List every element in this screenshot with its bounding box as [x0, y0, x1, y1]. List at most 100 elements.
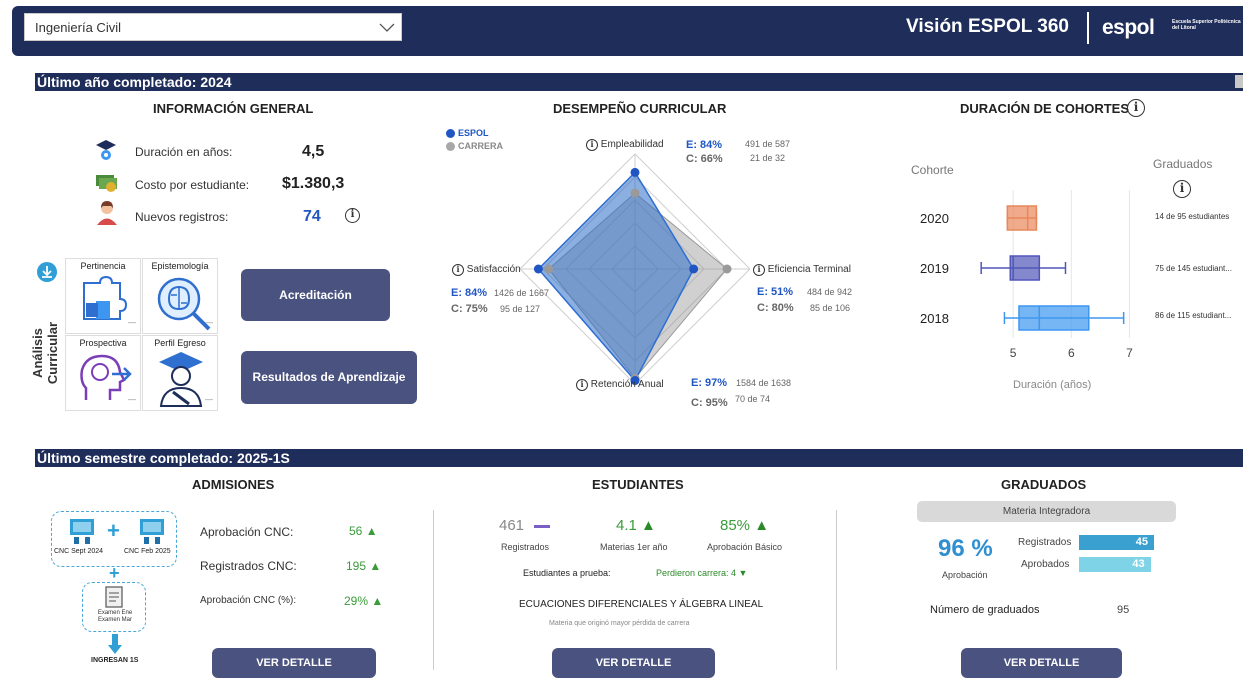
estudiantes-ver-detalle-button[interactable]: VER DETALLE: [552, 648, 715, 678]
program-dropdown[interactable]: Ingeniería Civil: [24, 13, 402, 41]
retencion-e-detail: 1584 de 1638: [736, 378, 792, 388]
kpi-registrados-label: Registrados: [501, 542, 550, 552]
radar-point-carrera-3: [544, 264, 554, 274]
exam-label: Examen Ene Examen Mar: [97, 610, 133, 623]
aprobacion-cnc-label: Aprobación CNC:: [200, 525, 294, 539]
graduados-ver-detalle-button[interactable]: VER DETALLE: [961, 648, 1122, 678]
money-icon: [96, 175, 117, 192]
tile-label: Pertinencia: [80, 261, 126, 271]
boxplot-tick-5: 5: [1010, 346, 1017, 360]
tile-label: Prospectiva: [79, 338, 127, 348]
boxplot-cohort-label: 2019: [920, 261, 949, 276]
tile-label: Epistemología: [151, 261, 209, 271]
tile-prospectiva[interactable]: Prospectiva —: [65, 335, 141, 411]
espol-logo: espol Escuela Superior Politécnica del L…: [1102, 16, 1241, 40]
radar-point-carrera-1: [722, 264, 732, 274]
aprobacion-cnc-value: 56 ▲: [349, 524, 378, 538]
registros-label: Nuevos registros:: [135, 210, 229, 224]
boxplot-tick-6: 6: [1068, 346, 1075, 360]
info-icon[interactable]: i: [586, 139, 598, 151]
admisiones-ver-detalle-button[interactable]: VER DETALLE: [212, 648, 376, 678]
section-year-bar: Último año completado: 2024: [35, 73, 1243, 91]
legend-carrera-swatch: [446, 142, 455, 152]
boxplot-box: [1009, 255, 1041, 281]
axis-name: Retención Anual: [590, 379, 664, 390]
cohortes-heading: DURACIÓN DE COHORTES: [960, 101, 1130, 116]
kpi-registrados-number: 461: [499, 517, 525, 534]
boxplot-cohort-label: 2018: [920, 311, 949, 326]
brain-magnifier-icon: [157, 277, 211, 331]
info-icon[interactable]: i: [1127, 99, 1145, 117]
cohorte-column-label: Cohorte: [911, 163, 954, 177]
cnc-feb-icon: [140, 519, 164, 544]
ingresan-label: INGRESAN 1S: [91, 657, 139, 664]
info-icon[interactable]: i: [1173, 180, 1191, 198]
resultados-aprendizaje-button[interactable]: Resultados de Aprendizaje: [241, 351, 417, 404]
info-icon[interactable]: i: [753, 264, 765, 276]
materia-integradora-pill: Materia Integradora: [917, 501, 1176, 522]
tile-epistemologia[interactable]: Epistemología —: [142, 258, 218, 334]
radar-label-empleabilidad: i Empleabilidad: [586, 139, 664, 151]
graduados-column-label: Graduados: [1153, 157, 1213, 171]
aprobacion-cnc-pct-label: Aprobación CNC (%):: [200, 595, 297, 606]
download-icon[interactable]: [37, 262, 57, 282]
boxplot-xlabel: Duración (años): [1013, 379, 1092, 391]
analisis-vertical-label: Análisis Curricular: [30, 321, 60, 385]
satisfaccion-c-detail: 95 de 127: [500, 304, 541, 314]
registrados-cnc-label: Registrados CNC:: [200, 559, 297, 573]
tile-pertinencia[interactable]: Pertinencia —: [65, 258, 141, 334]
materia-note: Materia que originó mayor pérdida de car…: [549, 620, 690, 627]
cohort-boxplot: 5 6 7 2020 2019 2018: [920, 190, 1133, 360]
boxplot-box: [1018, 305, 1090, 331]
legend-carrera: CARRERA: [446, 140, 503, 153]
radar-label-eficiencia: i Eficiencia Terminal: [753, 264, 851, 276]
logo-word: espol: [1102, 16, 1155, 39]
app-title: Visión ESPOL 360: [906, 16, 1069, 37]
plus-icon: +: [109, 563, 120, 583]
axis-name: Eficiencia Terminal: [767, 264, 851, 275]
tile-perfil-egreso[interactable]: Perfil Egreso —: [142, 335, 218, 411]
kpi-basico-label: Aprobación Básico: [707, 542, 783, 552]
prueba-label: Estudiantes a prueba:: [523, 568, 611, 578]
legend-carrera-label: CARRERA: [458, 141, 503, 151]
graduados-percent-label: Aprobación: [942, 570, 988, 580]
graduados-heading: GRADUADOS: [1001, 477, 1087, 492]
kpi-materias-value: 4.1 ▲: [616, 517, 656, 534]
acreditacion-button[interactable]: Acreditación Internacional: [241, 269, 390, 354]
estudiantes-heading: ESTUDIANTES: [592, 477, 684, 492]
radar-chart: [520, 153, 750, 386]
plus-icon: +: [107, 518, 120, 543]
info-icon[interactable]: i: [452, 264, 464, 276]
scrollbar-thumb[interactable]: [1235, 75, 1243, 88]
registrados-cnc-value: 195 ▲: [346, 559, 381, 573]
axis-name: Satisfacción: [466, 264, 521, 275]
retencion-c: C: 95%: [691, 397, 728, 409]
trend-flat-icon: [534, 524, 551, 528]
cnc-feb-label: CNC Feb 2025: [124, 548, 171, 555]
radar-label-retencion: i Retención Anual: [576, 379, 664, 391]
boxplot-tick-7: 7: [1126, 346, 1133, 360]
boxplot-cohort-label: 2020: [920, 211, 949, 226]
graduados-2018: 86 de 115 estudiant...: [1155, 311, 1232, 320]
registrados-cnc-number: 195: [346, 559, 367, 573]
trend-up-icon: ▲: [365, 524, 378, 538]
graduados-percent: 96 %: [938, 535, 993, 562]
tile-dash: —: [205, 318, 213, 327]
info-icon[interactable]: i: [345, 208, 360, 223]
kpi-materias-label: Materias 1er año: [600, 542, 668, 552]
desempeno-heading: DESEMPEÑO CURRICULAR: [553, 101, 727, 116]
materia-perdida: ECUACIONES DIFERENCIALES Y ÁLGEBRA LINEA…: [519, 599, 764, 610]
radar-point-espol-3: [533, 264, 543, 274]
arrow-down-icon: [108, 634, 122, 654]
cnc-sept-label: CNC Sept 2024: [54, 548, 104, 555]
section-semester-title: Último semestre completado: 2025-1S: [37, 450, 290, 466]
info-icon[interactable]: i: [576, 379, 588, 391]
prueba-value: Perdieron carrera: 4 ▼: [656, 568, 748, 578]
boxplot-box: [1006, 205, 1038, 231]
empleabilidad-c: C: 66%: [686, 153, 723, 165]
aprobacion-cnc-pct-value: 29% ▲: [344, 594, 383, 608]
kpi-materias-number: 4.1: [616, 517, 637, 534]
bar-registrados: 45: [1079, 535, 1154, 550]
graduados-2020: 14 de 95 estudiantes: [1155, 212, 1230, 221]
aprobacion-cnc-number: 56: [349, 524, 363, 538]
